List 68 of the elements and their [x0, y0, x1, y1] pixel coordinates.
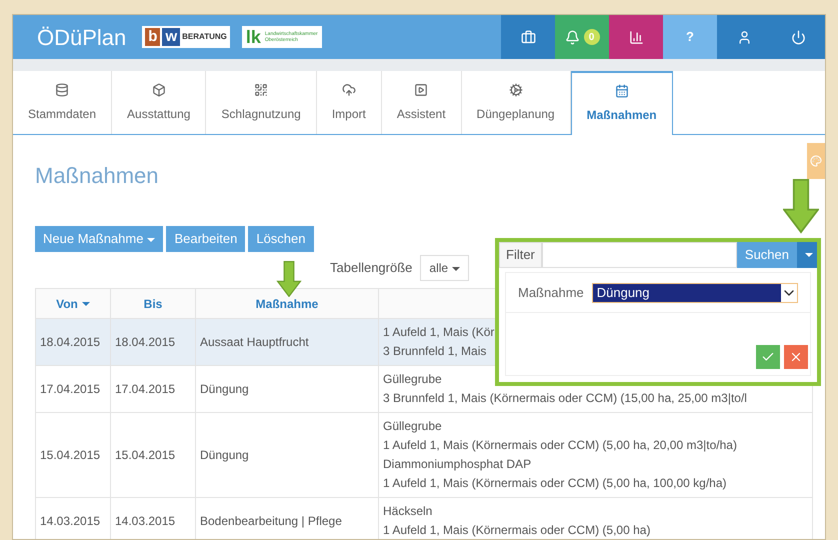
briefcase-button[interactable] [501, 15, 555, 59]
user-icon [736, 30, 752, 44]
nav-tab[interactable]: Maßnahmen [570, 71, 673, 135]
nav-tab[interactable]: Schlagnutzung [206, 71, 317, 134]
detail-line: 1 Aufeld 1, Mais (Körnermais oder CCM) (5,00 ha, 20,00 m3|to/ha) [383, 437, 737, 454]
cancel-button[interactable] [784, 345, 808, 369]
detail-line: Güllegrube [383, 418, 442, 435]
column-header[interactable]: Von [36, 289, 111, 318]
down-arrow-icon [275, 261, 303, 297]
filter-label: Filter [499, 242, 542, 268]
apply-button[interactable] [756, 345, 780, 369]
measure-cell-text: Aussaat Hauptfrucht [200, 334, 309, 351]
table-row[interactable]: 15.04.2015 15.04.2015 Düngung Güllegrube 1 Aufeld 1, Mais (Körnermais oder CCM) (5,00 ha, 20,00 m3|to/ha) Diammoniumphosphat DAP 1 Aufeld 1, Mais (Körnermais oder CCM) (5,00 ha, 100,00 kg/ha) [36, 413, 812, 498]
date-cell-text: 17.04.2015 [115, 381, 176, 398]
user-button[interactable] [717, 15, 771, 59]
briefcase-icon [520, 30, 536, 44]
detail-line: Güllegrube [383, 371, 442, 388]
caret-icon [805, 253, 813, 257]
caret-icon [82, 302, 90, 306]
nav-tab[interactable]: Stammdaten [13, 71, 112, 134]
date-cell-text: 14.03.2015 [115, 513, 176, 530]
nav-tab[interactable]: Assistent [382, 71, 462, 134]
measure-cell-text: Bodenbearbeitung | Pflege [200, 513, 342, 530]
detail-line: 1 Aufeld 1, Mais (Körnermais oder CCM) (5,00 ha, 100,00 kg/ha) [383, 475, 726, 492]
caret-icon [452, 266, 460, 271]
side-tab[interactable] [807, 143, 825, 179]
chart-button[interactable] [609, 15, 663, 59]
filter-toggle-button[interactable] [797, 242, 817, 268]
date-cell-text: 15.04.2015 [115, 447, 176, 464]
app-title: ÖDüPlan [37, 24, 126, 52]
notification-badge: 0 [584, 29, 600, 45]
caret-icon [147, 238, 156, 242]
date-cell-text: 17.04.2015 [40, 381, 100, 398]
database-icon [55, 82, 70, 96]
measure-cell-text: Düngung [200, 447, 249, 464]
page-heading: Maßnahmen [35, 162, 160, 190]
detail-line: 1 Aufeld 1, Mais (Kör [383, 324, 494, 341]
filter-field[interactable] [542, 242, 737, 268]
date-cell-text: 15.04.2015 [40, 447, 100, 464]
cube-icon [152, 82, 166, 96]
bell-icon [564, 30, 580, 44]
nav-tab[interactable]: Import [316, 71, 382, 134]
table-size-label: Tabellengröße [330, 259, 412, 278]
calendar-icon [614, 84, 629, 98]
detail-line: Häckseln [383, 503, 432, 520]
nav-tab[interactable]: Ausstattung [112, 71, 206, 134]
close-icon [789, 350, 803, 364]
gear-icon [508, 82, 523, 96]
cloud-upload-icon [342, 82, 356, 96]
power-icon [790, 30, 806, 44]
detail-line: 3 Brunnfeld 1, Mais (Körnermais oder CCM) (15,00 ha, 25,00 m3|to/l [383, 390, 747, 407]
column-header[interactable]: Bis [111, 289, 196, 318]
measure-cell-text: Düngung [200, 381, 249, 398]
chart-icon [628, 30, 644, 44]
company-logo: b w BERATUNG [142, 26, 230, 48]
play-icon [414, 82, 428, 96]
field-label: Maßnahme [518, 284, 584, 302]
detail-line: 1 Aufeld 1, Mais (Körnermais oder CCM) (5,00 ha) [383, 522, 650, 539]
power-button[interactable] [771, 15, 825, 59]
date-cell-text: 18.04.2015 [40, 334, 100, 351]
palette-icon [810, 155, 822, 167]
measure-select[interactable]: Düngung [592, 282, 798, 302]
qr-code-icon [254, 82, 268, 96]
table-size-select[interactable]: alle [420, 255, 470, 281]
date-cell-text: 14.03.2015 [40, 513, 100, 530]
detail-line: Diammoniumphosphat DAP [383, 456, 532, 473]
date-cell-text: 18.04.2015 [115, 334, 176, 351]
detail-line: 3 Brunnfeld 1, Mais [383, 343, 486, 360]
